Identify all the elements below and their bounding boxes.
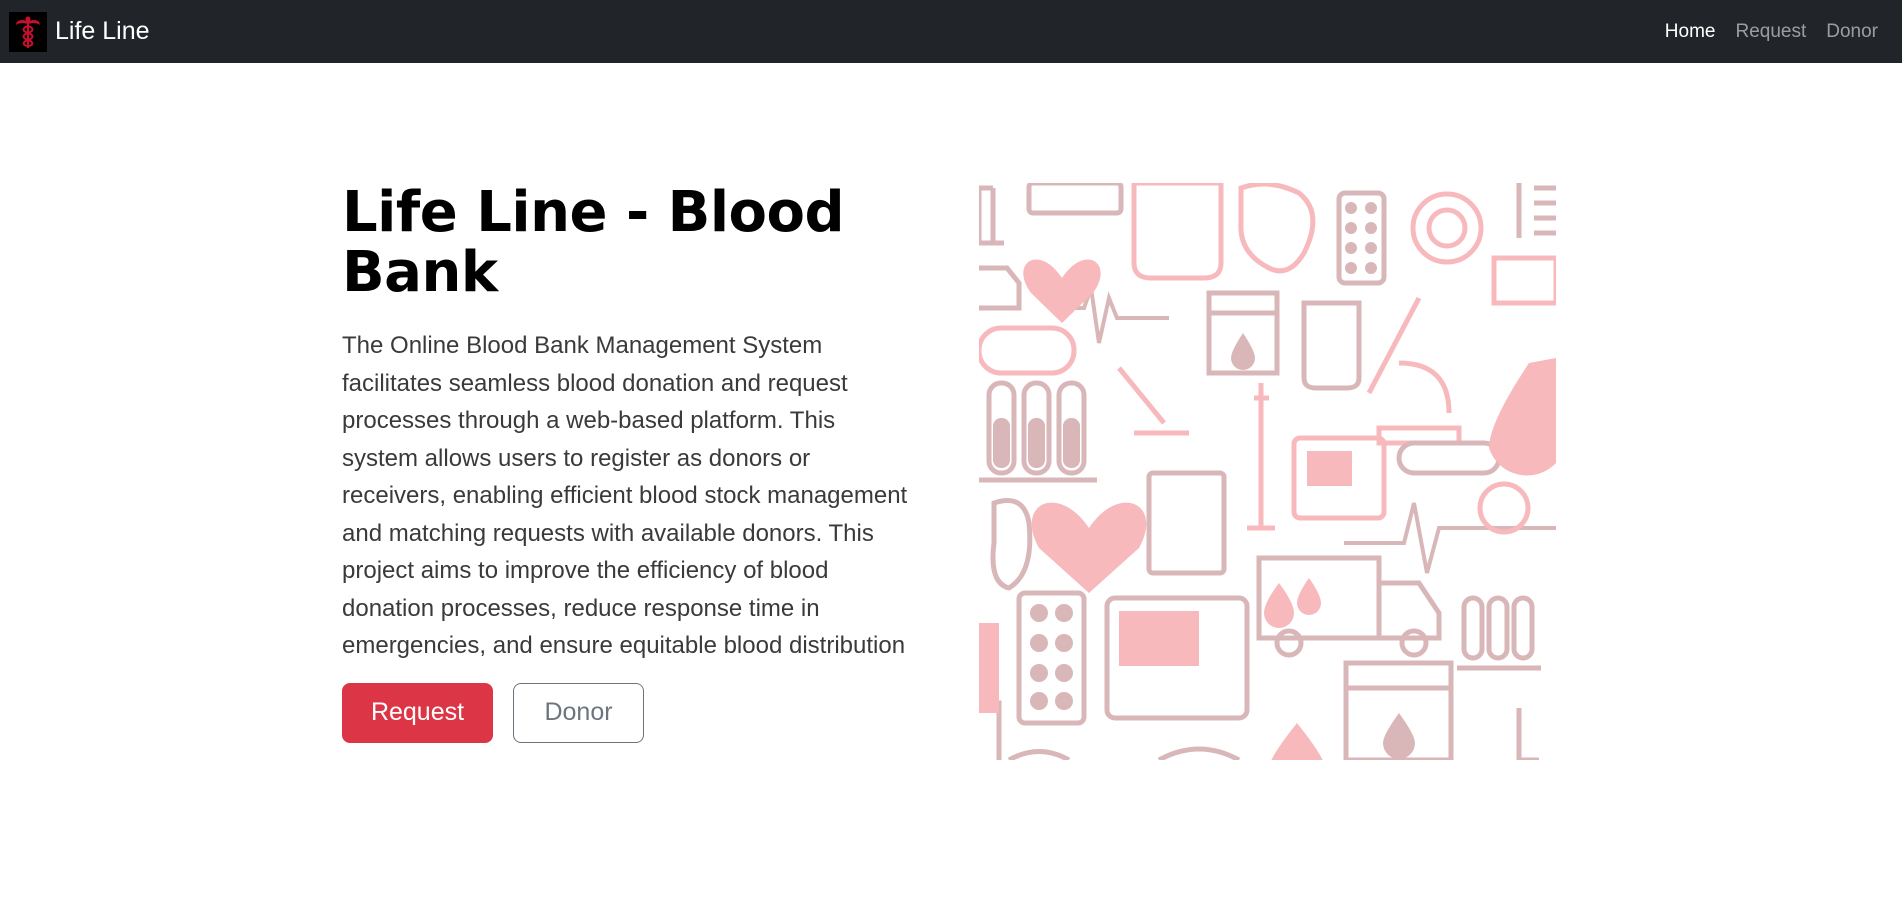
hero-description: The Online Blood Bank Management System … bbox=[342, 332, 908, 659]
donor-button[interactable]: Donor bbox=[513, 682, 644, 743]
nav-link-donor[interactable]: Donor bbox=[1826, 21, 1878, 43]
nav-link-request[interactable]: Request bbox=[1735, 21, 1806, 43]
request-button[interactable]: Request bbox=[342, 682, 493, 743]
top-navbar: Life Line Home Request Donor bbox=[0, 0, 1902, 63]
medical-pattern-illustration bbox=[979, 183, 1556, 760]
nav-links: Home Request Donor bbox=[1665, 21, 1878, 43]
hero-section: Life Line - Blood Bank The Online Blood … bbox=[342, 183, 917, 743]
hero-buttons: Request Donor bbox=[342, 682, 917, 743]
brand-name: Life Line bbox=[55, 17, 150, 45]
nav-link-home[interactable]: Home bbox=[1665, 21, 1716, 43]
hero-title: Life Line - Blood Bank bbox=[342, 180, 845, 305]
caduceus-icon bbox=[9, 11, 47, 52]
brand-link[interactable]: Life Line bbox=[9, 11, 150, 52]
